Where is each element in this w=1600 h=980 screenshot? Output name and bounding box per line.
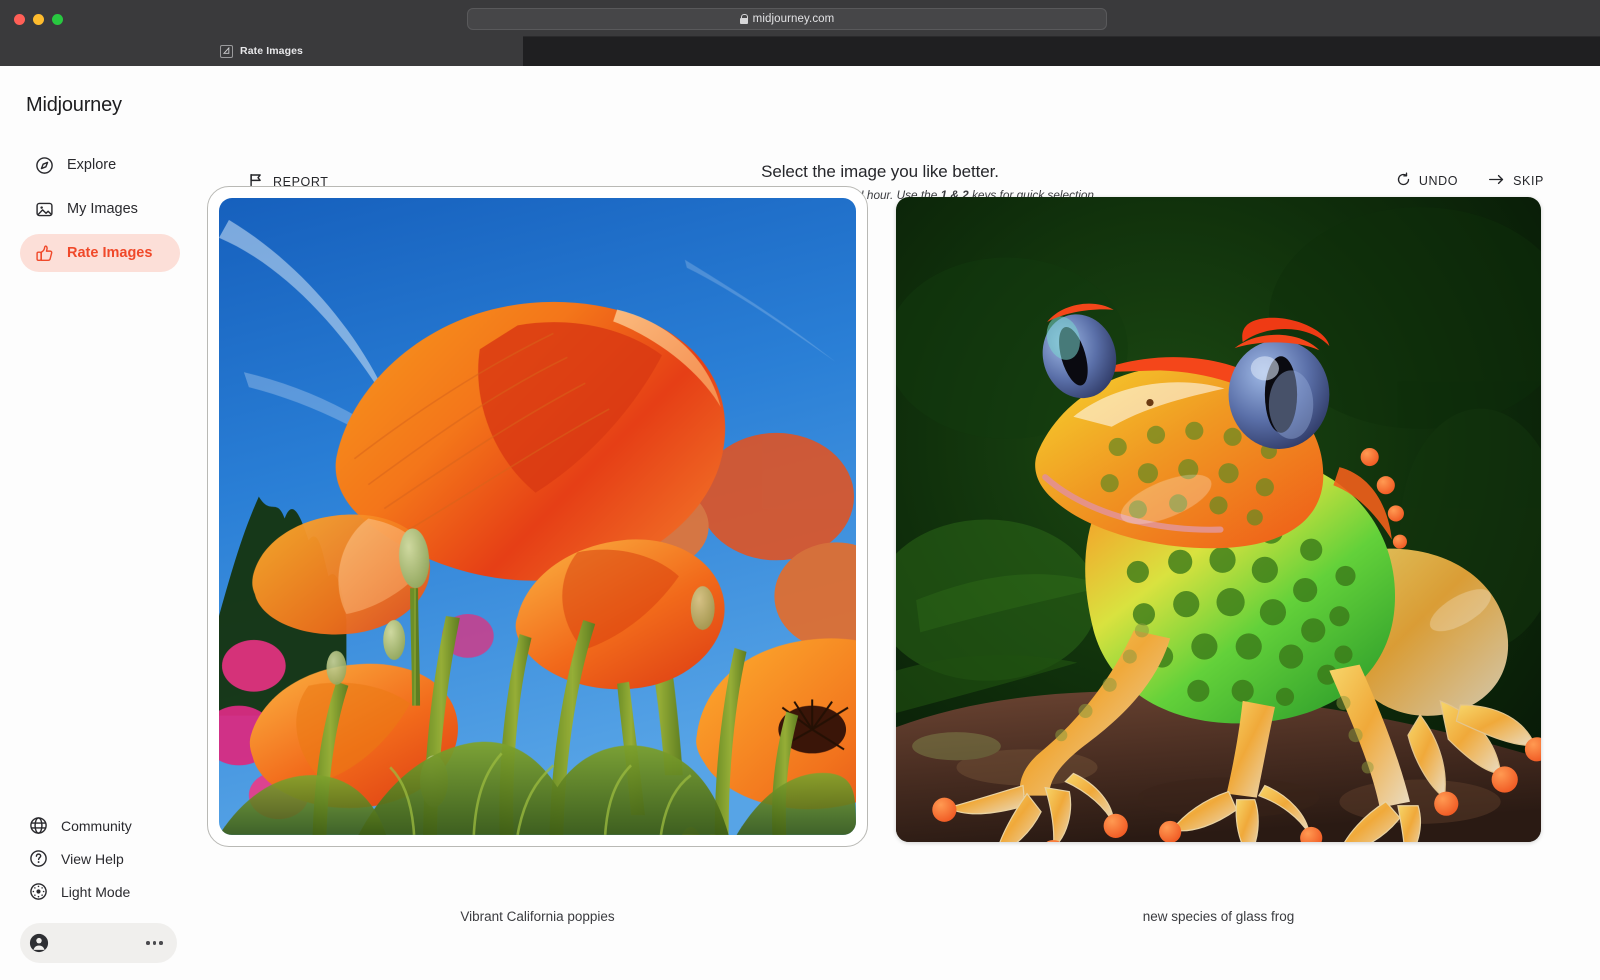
app-window: midjourney.com Rate Images Midjourney Ex… <box>0 0 1600 980</box>
left-image-caption: Vibrant California poppies <box>460 909 615 924</box>
browser-titlebar: midjourney.com <box>0 0 1600 36</box>
close-window-button[interactable] <box>14 14 25 25</box>
browser-tab-rate-images[interactable]: Rate Images <box>0 36 523 66</box>
left-image[interactable] <box>219 198 856 835</box>
browser-tab-title: Rate Images <box>240 45 303 57</box>
right-image-caption: new species of glass frog <box>1142 909 1295 924</box>
url-text: midjourney.com <box>752 13 835 25</box>
image-comparison: Vibrant California poppies new species o… <box>0 66 1600 980</box>
lock-icon <box>739 14 748 24</box>
tabstrip-empty-area <box>523 36 1600 66</box>
zoom-window-button[interactable] <box>52 14 63 25</box>
comparison-option-right[interactable] <box>896 197 1541 842</box>
window-traffic-lights <box>14 14 63 25</box>
address-bar[interactable]: midjourney.com <box>467 8 1107 30</box>
midjourney-sailboat-icon <box>220 44 234 58</box>
right-image[interactable] <box>896 197 1541 842</box>
browser-tabstrip: Rate Images <box>0 36 1600 66</box>
comparison-option-left[interactable] <box>207 186 868 847</box>
minimize-window-button[interactable] <box>33 14 44 25</box>
page-content: Midjourney Explore My Images Rate Images… <box>0 66 1600 980</box>
